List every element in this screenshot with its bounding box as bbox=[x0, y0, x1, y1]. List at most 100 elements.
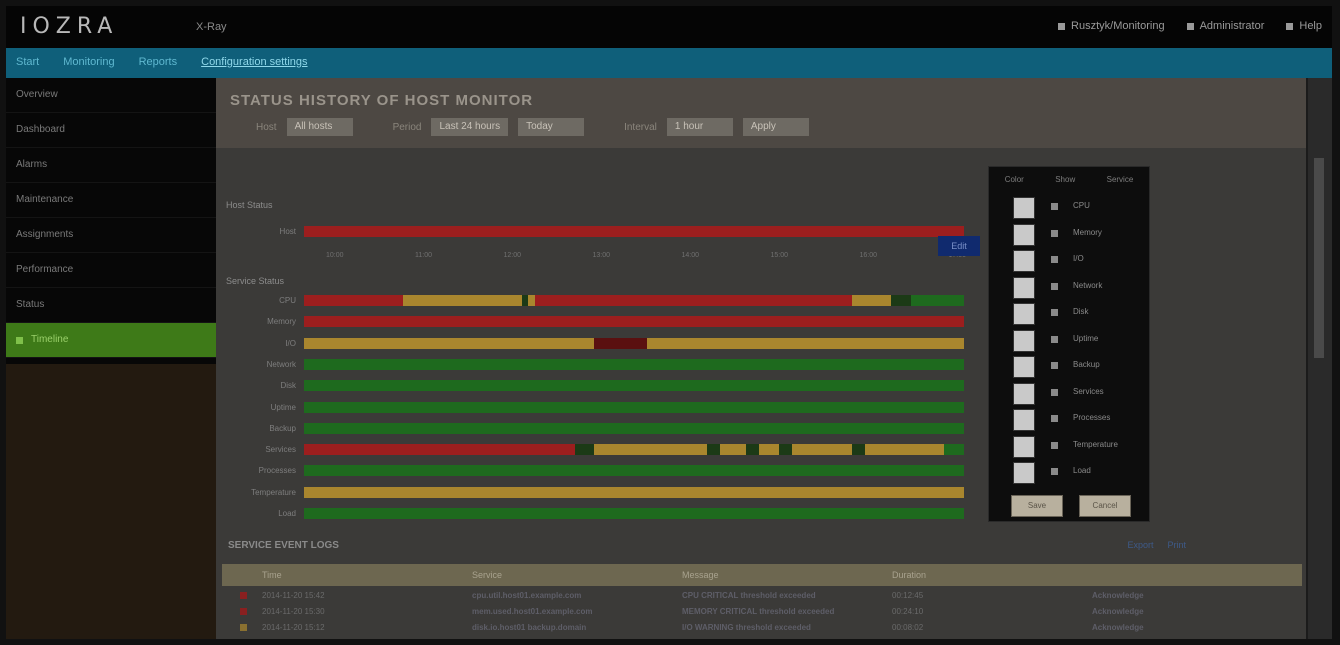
service-status-bar[interactable] bbox=[304, 508, 964, 519]
color-input[interactable] bbox=[1013, 303, 1035, 325]
service-status-segment[interactable] bbox=[746, 444, 760, 456]
color-input[interactable] bbox=[1013, 197, 1035, 219]
service-status-segment[interactable] bbox=[304, 401, 964, 413]
tab-reports[interactable]: Reports bbox=[139, 56, 178, 68]
sidebar-item-performance[interactable]: Performance bbox=[6, 253, 216, 288]
service-status-bar[interactable] bbox=[304, 358, 964, 370]
service-status-segment[interactable] bbox=[719, 444, 747, 456]
filter-period-select[interactable]: Last 24 hours bbox=[431, 118, 509, 136]
service-status-segment[interactable] bbox=[706, 444, 720, 456]
show-checkbox[interactable] bbox=[1051, 362, 1058, 369]
service-status-segment[interactable] bbox=[620, 295, 852, 306]
service-status-bar[interactable] bbox=[304, 486, 964, 498]
acknowledge-link[interactable]: Acknowledge bbox=[1092, 591, 1144, 600]
show-checkbox[interactable] bbox=[1051, 203, 1058, 210]
service-status-bar[interactable] bbox=[304, 337, 964, 349]
top-link-admin[interactable]: Administrator bbox=[1186, 20, 1264, 32]
service-status-segment[interactable] bbox=[911, 295, 964, 306]
color-input[interactable] bbox=[1013, 276, 1035, 299]
top-link-help[interactable]: Help bbox=[1286, 20, 1322, 32]
column-header-message[interactable]: Message bbox=[682, 570, 719, 580]
filter-period-today[interactable]: Today bbox=[518, 118, 585, 136]
color-input[interactable] bbox=[1013, 329, 1035, 352]
service-status-segment[interactable] bbox=[594, 444, 707, 456]
service-status-segment[interactable] bbox=[304, 465, 964, 477]
show-checkbox[interactable] bbox=[1051, 388, 1058, 396]
service-status-segment[interactable] bbox=[521, 295, 529, 306]
column-header-time[interactable]: Time bbox=[262, 570, 282, 580]
page-scrollbar[interactable] bbox=[1308, 78, 1332, 639]
show-checkbox[interactable] bbox=[1051, 309, 1058, 316]
apply-button[interactable]: Apply bbox=[742, 118, 809, 136]
service-status-segment[interactable] bbox=[647, 337, 964, 349]
filter-interval-select[interactable]: 1 hour bbox=[666, 118, 733, 136]
show-checkbox[interactable] bbox=[1051, 335, 1058, 343]
service-status-segment[interactable] bbox=[304, 295, 403, 306]
sidebar-item-maintenance[interactable]: Maintenance bbox=[6, 183, 216, 218]
service-status-segment[interactable] bbox=[594, 337, 648, 349]
panel-edit-tab[interactable]: Edit bbox=[938, 236, 980, 256]
service-status-segment[interactable] bbox=[779, 444, 793, 456]
filter-host-select[interactable]: All hosts bbox=[286, 118, 353, 136]
service-status-segment[interactable] bbox=[304, 337, 595, 349]
export-link[interactable]: Export bbox=[1127, 540, 1153, 550]
service-status-bar[interactable] bbox=[304, 444, 964, 456]
color-input[interactable] bbox=[1013, 382, 1035, 405]
service-status-segment[interactable] bbox=[535, 295, 621, 306]
color-input[interactable] bbox=[1013, 250, 1035, 272]
table-row[interactable]: 2014-11-20 15:12 disk.io.host01 backup.do… bbox=[222, 620, 1302, 636]
cancel-button[interactable]: Cancel bbox=[1079, 495, 1131, 517]
service-status-segment[interactable] bbox=[759, 444, 780, 456]
service-status-bar[interactable] bbox=[304, 401, 964, 413]
service-status-bar[interactable] bbox=[304, 422, 964, 434]
color-input[interactable] bbox=[1013, 409, 1035, 431]
show-checkbox[interactable] bbox=[1051, 282, 1058, 290]
sidebar-item-dashboard[interactable]: Dashboard bbox=[6, 113, 216, 148]
service-status-bar[interactable] bbox=[304, 380, 964, 392]
sidebar-item-alarms[interactable]: Alarms bbox=[6, 148, 216, 183]
service-status-bar[interactable] bbox=[304, 316, 964, 328]
tab-monitoring[interactable]: Monitoring bbox=[63, 56, 114, 68]
table-row[interactable]: 2014-11-20 15:30 mem.used.host01.example.… bbox=[222, 604, 1302, 620]
show-checkbox[interactable] bbox=[1051, 229, 1058, 237]
color-input[interactable] bbox=[1013, 435, 1035, 458]
service-status-segment[interactable] bbox=[865, 444, 945, 456]
column-header-service[interactable]: Service bbox=[472, 570, 502, 580]
service-status-segment[interactable] bbox=[304, 316, 964, 328]
service-status-segment[interactable] bbox=[304, 422, 964, 434]
acknowledge-link[interactable]: Acknowledge bbox=[1092, 607, 1144, 616]
acknowledge-link[interactable]: Acknowledge bbox=[1092, 623, 1144, 632]
sidebar-item-status[interactable]: Status bbox=[6, 288, 216, 323]
print-link[interactable]: Print bbox=[1167, 540, 1186, 550]
service-status-segment[interactable] bbox=[304, 444, 575, 456]
scrollbar-thumb[interactable] bbox=[1314, 158, 1324, 358]
tab-start[interactable]: Start bbox=[16, 56, 39, 68]
service-status-segment[interactable] bbox=[304, 358, 964, 370]
tab-configuration[interactable]: Configuration settings bbox=[201, 56, 307, 68]
color-input[interactable] bbox=[1013, 223, 1035, 246]
show-checkbox[interactable] bbox=[1051, 468, 1058, 475]
service-status-segment[interactable] bbox=[851, 295, 892, 306]
service-status-segment[interactable] bbox=[403, 295, 535, 306]
service-status-segment[interactable] bbox=[304, 486, 964, 498]
service-status-segment[interactable] bbox=[851, 444, 865, 456]
service-status-segment[interactable] bbox=[792, 444, 852, 456]
service-status-bar[interactable] bbox=[304, 465, 964, 477]
service-status-segment[interactable] bbox=[304, 508, 964, 519]
show-checkbox[interactable] bbox=[1051, 441, 1058, 449]
sidebar-item-overview[interactable]: Overview bbox=[6, 78, 216, 113]
top-link-user[interactable]: Rusztyk/Monitoring bbox=[1058, 20, 1165, 32]
service-status-segment[interactable] bbox=[304, 380, 964, 392]
service-status-segment[interactable] bbox=[891, 295, 912, 306]
service-status-segment[interactable] bbox=[574, 444, 595, 456]
show-checkbox[interactable] bbox=[1051, 256, 1058, 263]
save-button[interactable]: Save bbox=[1011, 495, 1063, 517]
host-status-segment[interactable] bbox=[304, 226, 964, 237]
host-status-bar[interactable] bbox=[304, 226, 964, 237]
show-checkbox[interactable] bbox=[1051, 415, 1058, 422]
service-status-bar[interactable] bbox=[304, 295, 964, 306]
service-status-segment[interactable] bbox=[944, 444, 964, 456]
table-row[interactable]: 2014-11-20 15:42 cpu.util.host01.example.… bbox=[222, 588, 1302, 604]
sidebar-item-timeline[interactable]: Timeline bbox=[6, 323, 216, 358]
color-input[interactable] bbox=[1013, 356, 1035, 378]
